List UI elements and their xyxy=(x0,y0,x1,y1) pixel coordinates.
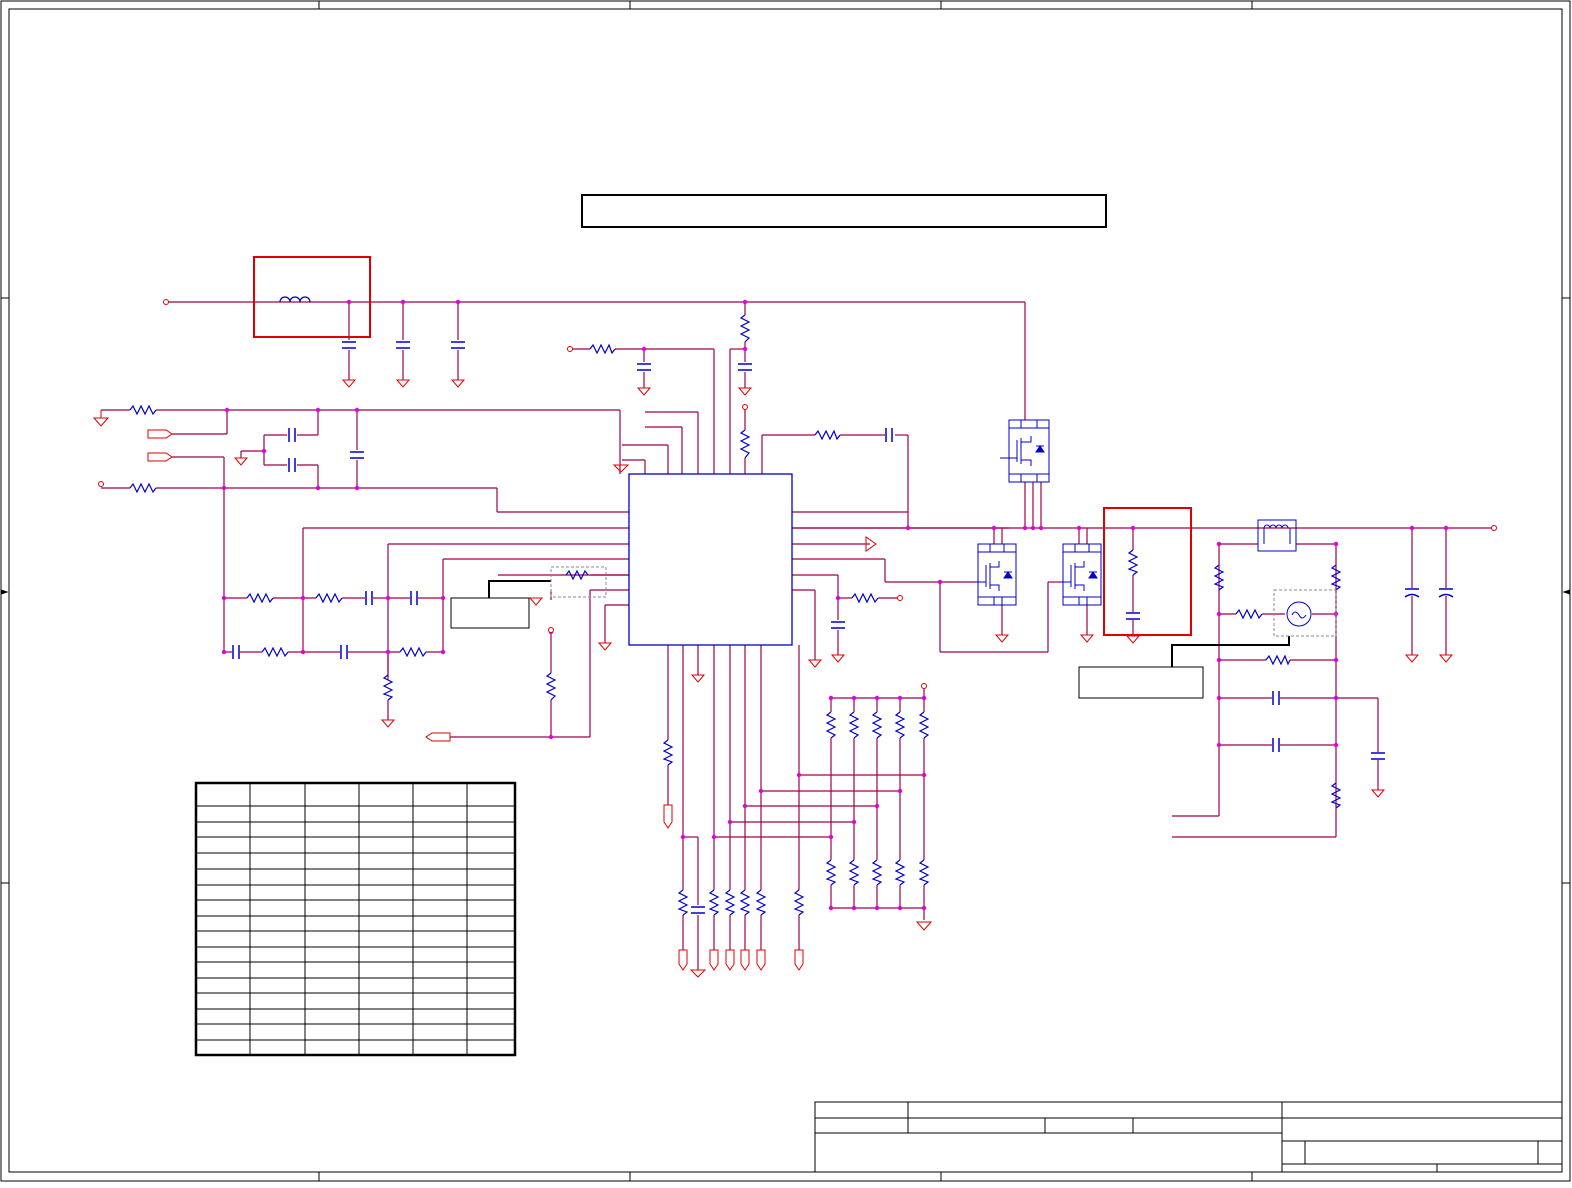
pinout-table xyxy=(194,781,517,1057)
inductor xyxy=(279,296,311,303)
mosfet-top xyxy=(1000,419,1050,483)
note-box-left xyxy=(450,597,530,629)
capacitors xyxy=(232,341,1454,914)
highlight-box-right xyxy=(1103,507,1192,636)
dashed-box-left xyxy=(550,566,607,598)
black-leaders xyxy=(488,580,1290,667)
title-banner xyxy=(581,194,1107,228)
net-nodes xyxy=(221,299,1449,911)
dashed-box-right xyxy=(1273,589,1337,637)
mosfet-mid-right xyxy=(1062,543,1102,606)
note-box-right xyxy=(1078,666,1204,699)
main-ic xyxy=(628,473,793,646)
current-sense-block xyxy=(1257,519,1297,552)
thermistor xyxy=(1286,601,1312,627)
mosfet-mid-left xyxy=(975,543,1017,606)
title-block xyxy=(814,1101,1563,1173)
schematic-sheet xyxy=(0,0,1572,1183)
schematic-canvas xyxy=(0,0,1571,1182)
ground-symbols xyxy=(92,379,1454,978)
highlight-box-left xyxy=(253,256,371,338)
terminals xyxy=(98,299,1497,689)
